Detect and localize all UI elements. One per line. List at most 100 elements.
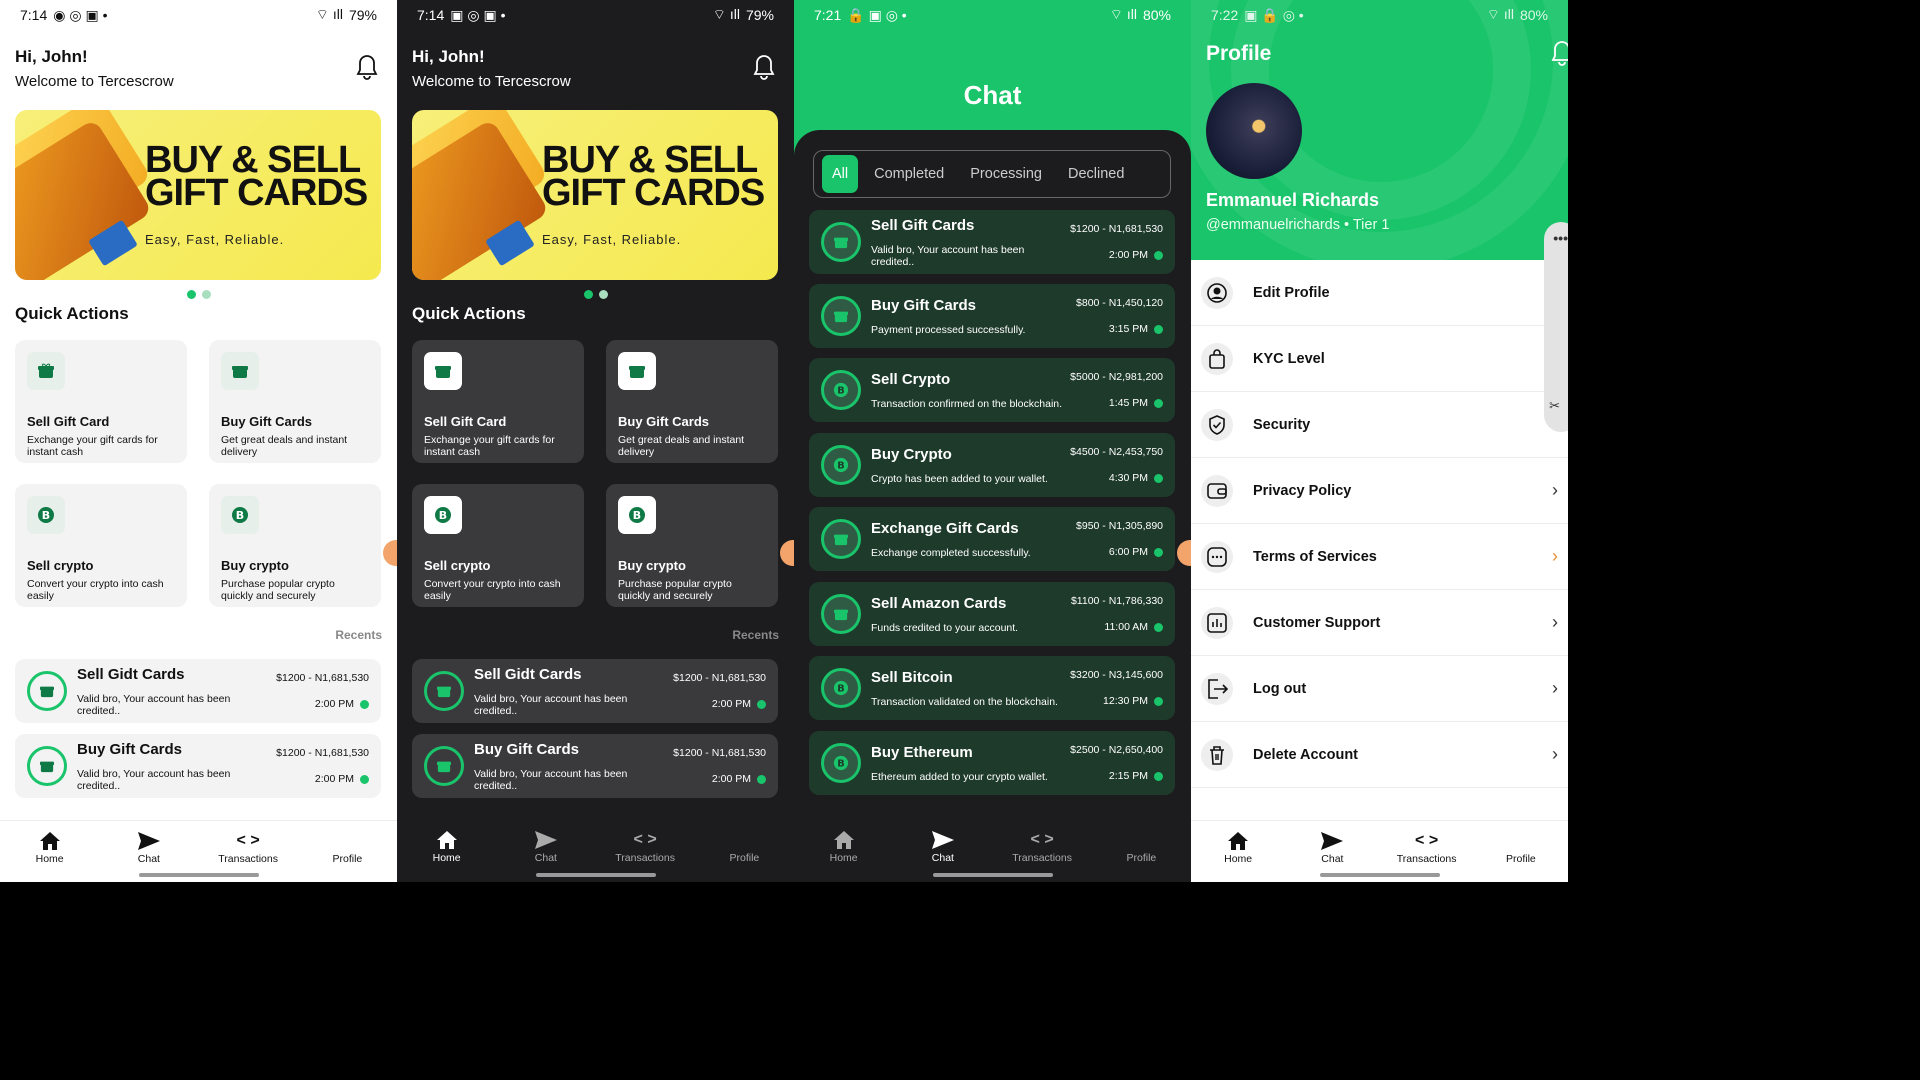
code-icon: < > <box>1415 832 1439 849</box>
chat-item[interactable]: B Sell Bitcoin Transaction validated on t… <box>809 656 1175 720</box>
nav-label: Transactions <box>1396 853 1457 865</box>
nav-transactions[interactable]: < > Transactions <box>1387 829 1467 865</box>
hide-icon[interactable]: ✂ <box>1549 398 1560 414</box>
menu-privacy-policy[interactable]: Privacy Policy › <box>1191 458 1568 524</box>
gift-icon <box>27 746 67 786</box>
quick-action-sell-crypto[interactable]: B Sell crypto Convert your crypto into c… <box>412 484 584 607</box>
carousel-dot-active[interactable] <box>583 290 593 299</box>
floating-record-button[interactable] <box>383 540 397 566</box>
gift-icon <box>821 519 861 559</box>
wallet-icon <box>1201 474 1233 507</box>
nav-label: Home <box>1224 853 1253 865</box>
recent-item[interactable]: Sell Gidt Cards Valid bro, Your account h… <box>412 659 778 723</box>
chat-item[interactable]: Sell Gift Cards Valid bro, Your account h… <box>809 210 1175 274</box>
menu-terms-of-services[interactable]: Terms of Services › <box>1191 524 1568 590</box>
menu-edit-profile[interactable]: Edit Profile <box>1191 260 1568 326</box>
bitcoin-icon: B <box>821 445 861 485</box>
menu-log-out[interactable]: Log out › <box>1191 656 1568 722</box>
chat-message: Crypto has been added to your wallet. <box>871 472 1048 485</box>
quick-actions-title: Quick Actions <box>15 304 129 323</box>
quick-action-desc: Get great deals and instant delivery <box>618 434 745 458</box>
nav-chat[interactable]: Chat <box>903 828 983 864</box>
chart-icon <box>1201 606 1233 639</box>
carousel-dots[interactable] <box>0 290 397 299</box>
menu-kyc-level[interactable]: KYC Level <box>1191 326 1568 392</box>
chat-item[interactable]: B Buy Ethereum Ethereum added to your cry… <box>809 731 1175 795</box>
nav-chat[interactable]: Chat <box>1292 829 1372 865</box>
svg-text:B: B <box>837 461 844 472</box>
logout-icon <box>1201 672 1233 705</box>
menu-label: Edit Profile <box>1253 284 1330 301</box>
chat-item[interactable]: Sell Amazon Cards Funds credited to your … <box>809 582 1175 646</box>
gift-icon <box>27 352 65 390</box>
chat-title: Sell Amazon Cards <box>871 594 1007 612</box>
quick-actions-title: Quick Actions <box>412 304 526 323</box>
menu-delete-account[interactable]: Delete Account › <box>1191 722 1568 788</box>
carousel-dot[interactable] <box>598 290 608 299</box>
profile-header: 7:22 ▣ 🔒 ◎ • ⌔ ıll 80% Profile Emmanuel Ri… <box>1191 0 1568 260</box>
chat-message: Transaction confirmed on the blockchain. <box>871 397 1063 410</box>
bell-icon[interactable] <box>752 54 776 82</box>
quick-action-buy-crypto[interactable]: B Buy crypto Purchase popular crypto qui… <box>606 484 778 607</box>
quick-action-sell-crypto[interactable]: B Sell crypto Convert your crypto into c… <box>15 484 187 607</box>
page-title: Chat <box>963 80 1022 110</box>
tab-completed[interactable]: Completed <box>864 155 954 193</box>
carousel-dot-active[interactable] <box>186 290 196 299</box>
chat-amount: $1100 - N1,786,330 <box>1070 595 1163 607</box>
recent-title: Buy Gift Cards <box>77 740 183 758</box>
gesture-bar <box>932 873 1053 877</box>
more-icon[interactable]: ••• <box>1553 230 1568 246</box>
avatar[interactable] <box>1206 83 1302 179</box>
promo-banner[interactable]: BUY & SELL GIFT CARDS Easy, Fast, Reliabl… <box>15 110 381 280</box>
chat-item[interactable]: B Buy Crypto Crypto has been added to you… <box>809 433 1175 497</box>
quick-action-sell-gift-card[interactable]: Sell Gift Card Exchange your gift cards … <box>15 340 187 463</box>
nav-home[interactable]: Home <box>407 828 487 864</box>
tab-all[interactable]: All <box>822 155 859 193</box>
nav-chat[interactable]: Chat <box>506 828 586 864</box>
quick-action-sell-gift-card[interactable]: Sell Gift Card Exchange your gift cards … <box>412 340 584 463</box>
floating-record-button[interactable] <box>780 540 794 566</box>
banner-headline: BUY & SELL GIFT CARDS <box>542 139 765 214</box>
nav-label: Chat <box>137 853 160 865</box>
recent-item[interactable]: Sell Gidt Cards Valid bro, Your account h… <box>15 659 381 723</box>
nav-chat[interactable]: Chat <box>109 829 189 865</box>
nav-home[interactable]: Home <box>804 828 884 864</box>
chat-item[interactable]: Buy Gift Cards Payment processed successf… <box>809 284 1175 348</box>
nav-transactions[interactable]: < > Transactions <box>605 828 685 864</box>
bell-icon[interactable] <box>1550 40 1568 68</box>
recent-item[interactable]: Buy Gift Cards Valid bro, Your account ha… <box>412 734 778 798</box>
bitcoin-icon: B <box>821 370 861 410</box>
bell-icon[interactable] <box>355 54 379 82</box>
recent-time: 2:00 PM <box>314 773 354 785</box>
welcome-text: Welcome to Tercescrow <box>15 73 174 90</box>
recent-item[interactable]: Buy Gift Cards Valid bro, Your account ha… <box>15 734 381 798</box>
status-dot <box>360 699 369 709</box>
notification-icons: ◉ ◎ ▣ • <box>53 6 108 23</box>
chat-item[interactable]: B Sell Crypto Transaction confirmed on th… <box>809 358 1175 422</box>
nav-home[interactable]: Home <box>10 829 90 865</box>
menu-security[interactable]: Security › <box>1191 392 1568 458</box>
nav-profile[interactable]: Profile <box>1101 828 1181 864</box>
quick-action-buy-gift-cards[interactable]: Buy Gift Cards Get great deals and insta… <box>209 340 381 463</box>
quick-action-buy-crypto[interactable]: B Buy crypto Purchase popular crypto qui… <box>209 484 381 607</box>
tab-declined[interactable]: Declined <box>1058 155 1134 193</box>
quick-action-title: Buy crypto <box>618 558 686 573</box>
status-dot <box>757 774 766 784</box>
menu-label: Customer Support <box>1253 614 1381 631</box>
promo-banner[interactable]: BUY & SELL GIFT CARDS Easy, Fast, Reliabl… <box>412 110 778 280</box>
nav-profile[interactable]: Profile <box>704 828 784 864</box>
menu-label: Log out <box>1253 680 1307 697</box>
recent-time: 2:00 PM <box>711 698 751 710</box>
nav-transactions[interactable]: < > Transactions <box>208 829 288 865</box>
nav-profile[interactable]: Profile <box>307 829 387 865</box>
menu-customer-support[interactable]: Customer Support › <box>1191 590 1568 656</box>
tab-processing[interactable]: Processing <box>960 155 1052 193</box>
carousel-dots[interactable] <box>397 290 794 299</box>
nav-profile[interactable]: Profile <box>1481 829 1561 865</box>
chat-item[interactable]: Exchange Gift Cards Exchange completed su… <box>809 507 1175 571</box>
quick-action-buy-gift-cards[interactable]: Buy Gift Cards Get great deals and insta… <box>606 340 778 463</box>
nav-home[interactable]: Home <box>1198 829 1278 865</box>
nav-transactions[interactable]: < > Transactions <box>1002 828 1082 864</box>
home-icon <box>833 828 855 852</box>
carousel-dot[interactable] <box>201 290 211 299</box>
